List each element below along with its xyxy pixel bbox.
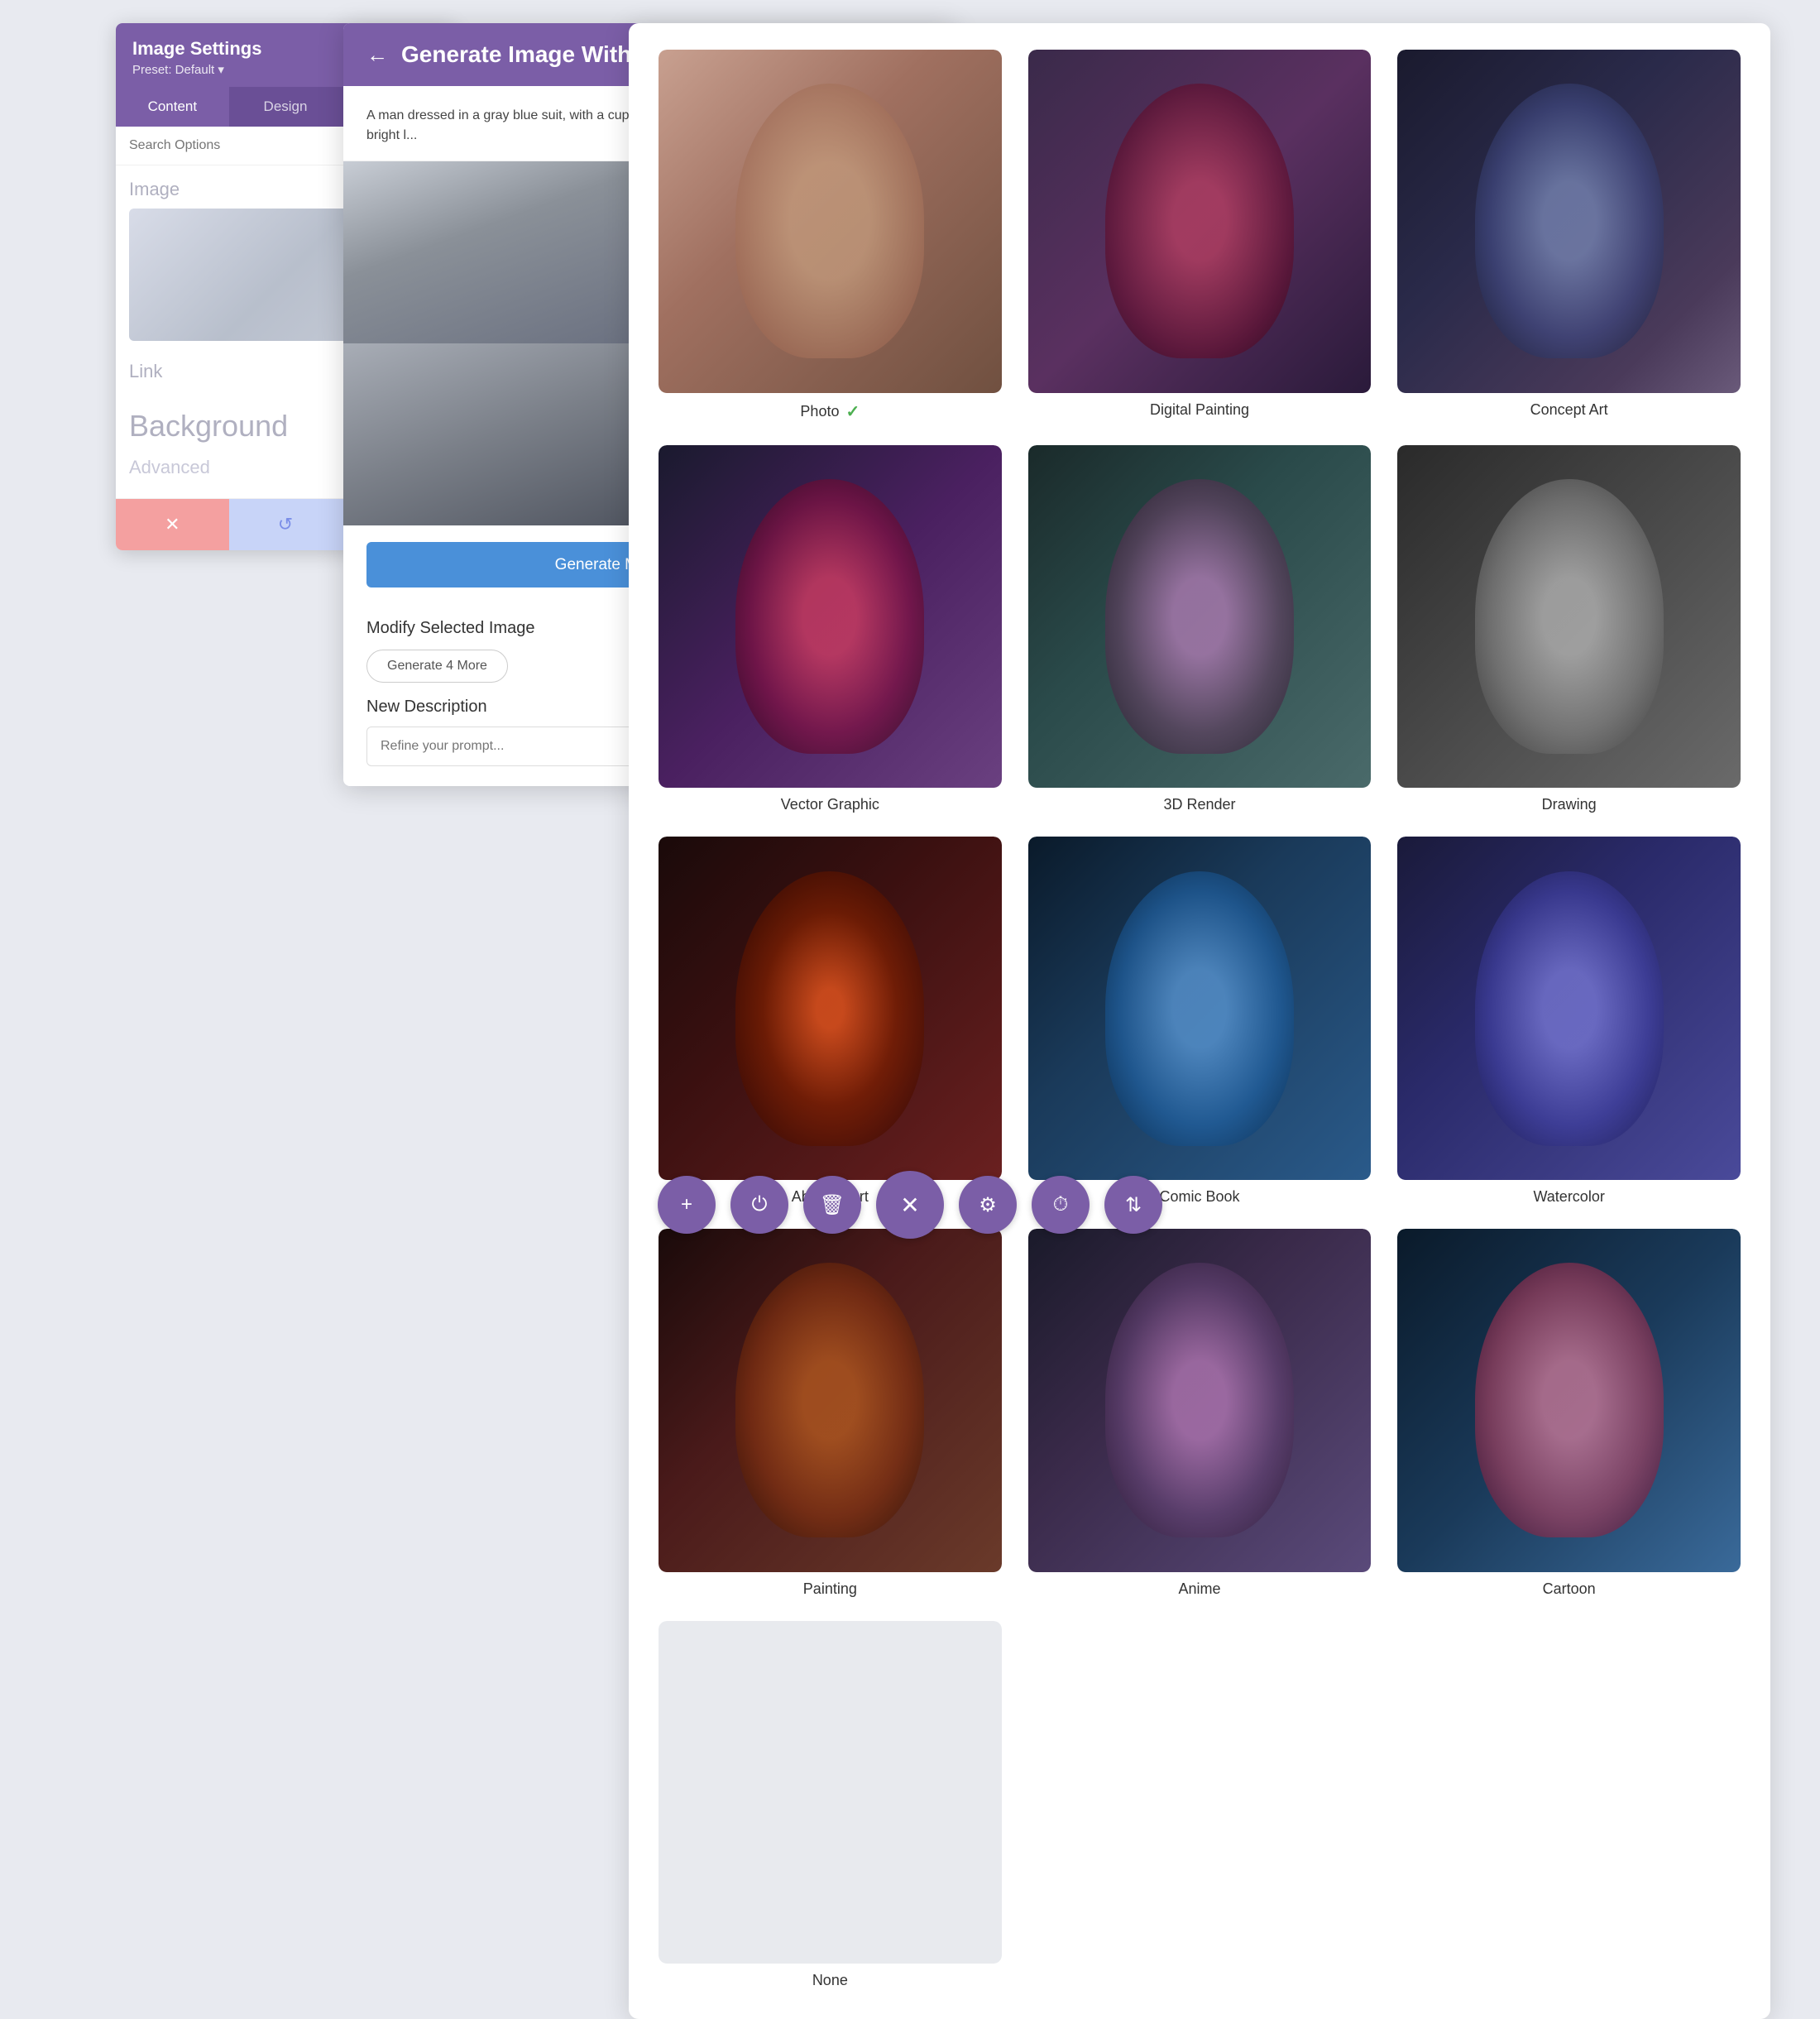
style-label-row-3d: 3D Render bbox=[1163, 796, 1235, 813]
style-image-comic bbox=[1028, 837, 1372, 1180]
style-selector-panel: Photo ✓ Digital Painting Conce bbox=[629, 23, 1770, 2019]
style-label-none: None bbox=[812, 1972, 848, 1989]
style-label-row-concept: Concept Art bbox=[1530, 401, 1608, 419]
style-label-cartoon: Cartoon bbox=[1543, 1580, 1596, 1598]
bottom-toolbar: + ⏻ 🗑 ✕ ⚙ ⏱ ⇅ bbox=[658, 1171, 1162, 1239]
cancel-button[interactable]: ✕ bbox=[116, 499, 229, 550]
style-image-watercolor bbox=[1397, 837, 1741, 1180]
trash-icon: 🗑 bbox=[820, 1193, 845, 1217]
style-label-row-digital: Digital Painting bbox=[1150, 401, 1249, 419]
style-none-bg bbox=[659, 1621, 1002, 1964]
style-digital-bg bbox=[1028, 50, 1372, 393]
style-drawing-bg bbox=[1397, 445, 1741, 789]
style-label-watercolor: Watercolor bbox=[1533, 1188, 1604, 1206]
style-image-3d bbox=[1028, 445, 1372, 789]
style-label-row-none: None bbox=[812, 1972, 848, 1989]
style-label-row-watercolor: Watercolor bbox=[1533, 1188, 1604, 1206]
style-item-watercolor[interactable]: Watercolor bbox=[1397, 837, 1741, 1206]
style-item-drawing[interactable]: Drawing bbox=[1397, 445, 1741, 814]
style-abstract-bg bbox=[659, 837, 1002, 1180]
power-icon: ⏻ bbox=[752, 1193, 768, 1216]
style-item-3d[interactable]: 3D Render bbox=[1028, 445, 1372, 814]
reset-button[interactable]: ↺ bbox=[229, 499, 342, 550]
style-label-row-photo: Photo ✓ bbox=[800, 401, 860, 422]
advanced-label: Advanced bbox=[129, 457, 210, 477]
style-label-digital: Digital Painting bbox=[1150, 401, 1249, 419]
style-image-concept bbox=[1397, 50, 1741, 393]
power-button[interactable]: ⏻ bbox=[730, 1176, 788, 1234]
style-label-row-drawing: Drawing bbox=[1542, 796, 1597, 813]
close-icon: ✕ bbox=[900, 1192, 919, 1219]
style-item-comic[interactable]: Comic Book bbox=[1028, 837, 1372, 1206]
style-item-photo[interactable]: Photo ✓ bbox=[659, 50, 1002, 422]
sliders-button[interactable]: ⇅ bbox=[1104, 1176, 1162, 1234]
background-label: Background bbox=[129, 409, 288, 443]
image-placeholder-1 bbox=[343, 161, 649, 343]
style-item-abstract[interactable]: Abstract Art bbox=[659, 837, 1002, 1206]
style-label-row-vector: Vector Graphic bbox=[781, 796, 879, 813]
style-item-digital[interactable]: Digital Painting bbox=[1028, 50, 1372, 422]
style-item-none[interactable]: None bbox=[659, 1621, 1002, 1990]
style-grid: Photo ✓ Digital Painting Conce bbox=[659, 50, 1741, 1989]
generated-image-1[interactable] bbox=[343, 161, 649, 343]
style-image-photo bbox=[659, 50, 1002, 393]
style-label-concept: Concept Art bbox=[1530, 401, 1608, 419]
style-concept-bg bbox=[1397, 50, 1741, 393]
back-arrow-icon[interactable]: ← bbox=[366, 42, 388, 68]
style-label-row-comic: Comic Book bbox=[1159, 1188, 1239, 1206]
timer-icon: ⏱ bbox=[1053, 1193, 1069, 1216]
style-label-vector: Vector Graphic bbox=[781, 796, 879, 813]
style-image-vector bbox=[659, 445, 1002, 789]
style-label-row-anime: Anime bbox=[1178, 1580, 1220, 1598]
style-waterclr-bg bbox=[1397, 837, 1741, 1180]
timer-button[interactable]: ⏱ bbox=[1032, 1176, 1090, 1234]
style-label-drawing: Drawing bbox=[1542, 796, 1597, 813]
style-item-cartoon[interactable]: Cartoon bbox=[1397, 1229, 1741, 1598]
add-icon: + bbox=[681, 1193, 692, 1216]
panel-preset[interactable]: Preset: Default ▾ bbox=[132, 62, 261, 77]
style-item-anime[interactable]: Anime bbox=[1028, 1229, 1372, 1598]
style-image-drawing bbox=[1397, 445, 1741, 789]
style-label-photo: Photo bbox=[800, 403, 839, 420]
delete-button[interactable]: 🗑 bbox=[803, 1176, 861, 1234]
settings-button[interactable]: ⚙ bbox=[959, 1176, 1017, 1234]
style-image-cartoon bbox=[1397, 1229, 1741, 1572]
style-label-3d: 3D Render bbox=[1163, 796, 1235, 813]
style-image-painting bbox=[659, 1229, 1002, 1572]
style-label-row-cartoon: Cartoon bbox=[1543, 1580, 1596, 1598]
style-image-digital bbox=[1028, 50, 1372, 393]
generate-4-more-button[interactable]: Generate 4 More bbox=[366, 650, 508, 683]
style-image-abstract bbox=[659, 837, 1002, 1180]
generated-image-3[interactable] bbox=[343, 343, 649, 525]
gear-icon: ⚙ bbox=[979, 1193, 997, 1217]
style-label-painting: Painting bbox=[803, 1580, 857, 1598]
style-label-anime: Anime bbox=[1178, 1580, 1220, 1598]
panel-title: Image Settings bbox=[132, 38, 261, 60]
style-item-concept[interactable]: Concept Art bbox=[1397, 50, 1741, 422]
add-button[interactable]: + bbox=[658, 1176, 716, 1234]
style-comic-bg bbox=[1028, 837, 1372, 1180]
style-item-painting[interactable]: Painting bbox=[659, 1229, 1002, 1598]
image-placeholder-3 bbox=[343, 343, 649, 525]
close-button[interactable]: ✕ bbox=[876, 1171, 944, 1239]
style-anime-bg bbox=[1028, 1229, 1372, 1572]
style-painting-bg bbox=[659, 1229, 1002, 1572]
tab-content[interactable]: Content bbox=[116, 87, 229, 127]
style-image-none bbox=[659, 1621, 1002, 1964]
style-3d-bg bbox=[1028, 445, 1372, 789]
style-check-photo: ✓ bbox=[845, 401, 860, 422]
style-label-comic: Comic Book bbox=[1159, 1188, 1239, 1206]
style-photo-bg bbox=[659, 50, 1002, 393]
style-item-vector[interactable]: Vector Graphic bbox=[659, 445, 1002, 814]
generate-title: Generate Image With AI bbox=[401, 41, 660, 68]
tab-design[interactable]: Design bbox=[229, 87, 342, 127]
style-cartoon-bg bbox=[1397, 1229, 1741, 1572]
style-image-anime bbox=[1028, 1229, 1372, 1572]
style-vector-bg bbox=[659, 445, 1002, 789]
sliders-icon: ⇅ bbox=[1125, 1193, 1142, 1217]
link-label: Link bbox=[129, 361, 162, 381]
style-label-row-painting: Painting bbox=[803, 1580, 857, 1598]
